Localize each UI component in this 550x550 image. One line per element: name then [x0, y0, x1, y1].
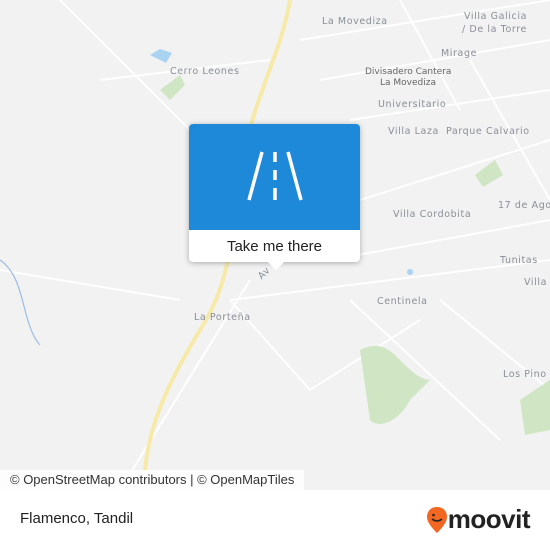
footer: Flamenco, Tandil moovit: [0, 490, 550, 550]
take-me-there-button[interactable]: Take me there: [189, 230, 360, 262]
map-label: Parque Calvario: [446, 126, 530, 137]
map-label: La Porteña: [194, 312, 251, 323]
map-label: / De la Torre: [462, 24, 527, 35]
map-label: Universitario: [378, 99, 447, 110]
take-me-there-popup[interactable]: Take me there: [189, 124, 360, 270]
map-label: Centinela: [377, 296, 428, 307]
popup-header: [189, 124, 360, 230]
map-label: La Movediza: [322, 16, 388, 27]
map-label: Tunitas: [500, 255, 538, 266]
map-label: Cerro Leones: [170, 66, 240, 77]
map-label: Villa Cordobita: [393, 209, 472, 220]
map-label: 17 de Ago: [498, 200, 550, 211]
map-label: Villa Galicia: [464, 11, 527, 22]
moovit-logo[interactable]: moovit: [426, 504, 531, 535]
map-attribution[interactable]: © OpenStreetMap contributors | © OpenMap…: [0, 470, 305, 490]
map-label: Los Pino: [503, 369, 547, 380]
place-name: Flamenco, Tandil: [20, 510, 134, 527]
map-label: Villa Laza: [388, 126, 439, 137]
map-label: La Movediza: [380, 78, 436, 88]
map-label: Mirage: [441, 48, 478, 59]
moovit-pin-icon: [426, 506, 447, 533]
map-label: Villa: [524, 277, 548, 288]
road-icon: [246, 151, 303, 201]
moovit-logo-text: moovit: [447, 504, 531, 534]
